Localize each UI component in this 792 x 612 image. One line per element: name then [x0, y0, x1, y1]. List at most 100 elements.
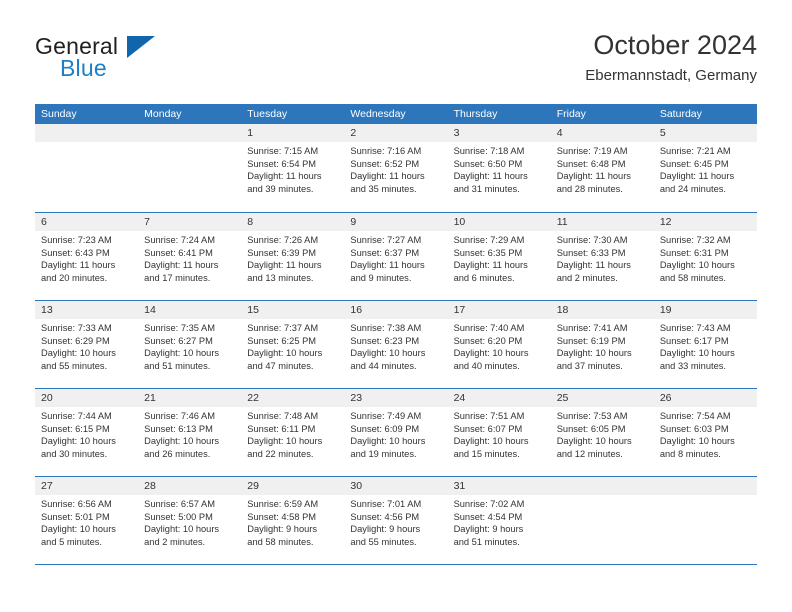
calendar-day-cell[interactable]: 24 Sunrise: 7:51 AM Sunset: 6:07 PM Dayligh…: [447, 389, 551, 476]
calendar-day-cell[interactable]: 18 Sunrise: 7:41 AM Sunset: 6:19 PM Dayligh…: [550, 301, 654, 388]
calendar-day-cell[interactable]: 13 Sunrise: 7:33 AM Sunset: 6:29 PM Dayligh…: [35, 301, 139, 388]
sun-info-line: Sunrise: 7:30 AM: [556, 235, 628, 245]
sun-info-line: Sunset: 6:15 PM: [41, 423, 110, 434]
calendar-day-cell[interactable]: 23 Sunrise: 7:49 AM Sunset: 6:09 PM Dayligh…: [344, 389, 448, 476]
page-header: General Blue October 2024 Ebermannstadt,…: [0, 0, 792, 100]
sun-info-line: Daylight: 10 hours: [144, 524, 220, 535]
calendar-day-cell[interactable]: 20 Sunrise: 7:44 AM Sunset: 6:15 PM Dayligh…: [35, 389, 139, 476]
sun-info-line: Sunrise: 7:23 AM: [41, 235, 112, 245]
calendar-day-cell[interactable]: 3 Sunrise: 7:18 AM Sunset: 6:50 PM Daylight…: [447, 124, 551, 212]
calendar-day-cell[interactable]: 7 Sunrise: 7:24 AM Sunset: 6:41 PM Daylight…: [138, 213, 242, 300]
calendar-day-cell[interactable]: 11 Sunrise: 7:30 AM Sunset: 6:33 PM Dayligh…: [550, 213, 654, 300]
day-number: 8: [241, 213, 345, 231]
day-number: 9: [344, 213, 448, 231]
sun-info: Sunrise: 7:24 AM Sunset: 6:41 PM Daylight:…: [138, 231, 241, 284]
calendar-day-cell[interactable]: 15 Sunrise: 7:37 AM Sunset: 6:25 PM Dayligh…: [241, 301, 345, 388]
calendar-day-cell[interactable]: 29 Sunrise: 6:59 AM Sunset: 4:58 PM Dayligh…: [241, 477, 345, 564]
sun-info: Sunrise: 7:26 AM Sunset: 6:39 PM Daylight:…: [241, 231, 344, 284]
calendar-week-row: 1 Sunrise: 7:15 AM Sunset: 6:54 PM Daylight…: [35, 124, 757, 212]
sun-info-line: Daylight: 10 hours: [556, 436, 632, 447]
day-number: 19: [653, 301, 757, 319]
general-blue-logo[interactable]: General Blue: [35, 33, 215, 81]
sun-info-line: Sunrise: 7:29 AM: [453, 235, 525, 245]
calendar-day-cell[interactable]: 5 Sunrise: 7:21 AM Sunset: 6:45 PM Daylight…: [653, 124, 757, 212]
calendar-day-cell[interactable]: 2 Sunrise: 7:16 AM Sunset: 6:52 PM Daylight…: [344, 124, 448, 212]
sun-info-line: Sunset: 6:11 PM: [247, 423, 316, 434]
sun-info-line: Sunrise: 7:48 AM: [247, 411, 319, 421]
sun-info-line: Sunrise: 7:37 AM: [247, 323, 319, 333]
sun-info-line: Sunset: 6:25 PM: [247, 335, 317, 346]
sun-info-line: Daylight: 10 hours: [41, 436, 116, 447]
sun-info: Sunrise: 7:18 AM Sunset: 6:50 PM Daylight:…: [448, 142, 551, 195]
sun-info-line: and 51 minutes.: [144, 360, 211, 371]
day-number: 22: [241, 389, 345, 407]
sun-info: Sunrise: 7:46 AM Sunset: 6:13 PM Daylight:…: [138, 407, 241, 460]
calendar-day-cell[interactable]: 8 Sunrise: 7:26 AM Sunset: 6:39 PM Daylight…: [241, 213, 345, 300]
calendar-day-cell[interactable]: 22 Sunrise: 7:48 AM Sunset: 6:11 PM Dayligh…: [241, 389, 345, 476]
calendar-day-cell[interactable]: 6 Sunrise: 7:23 AM Sunset: 6:43 PM Daylight…: [35, 213, 139, 300]
day-number: 17: [447, 301, 551, 319]
sun-info-line: Daylight: 11 hours: [453, 260, 528, 271]
day-number: 27: [35, 477, 139, 495]
calendar-day-cell[interactable]: 30 Sunrise: 7:01 AM Sunset: 4:56 PM Dayligh…: [344, 477, 448, 564]
day-number: 30: [344, 477, 448, 495]
sun-info-line: and 44 minutes.: [350, 360, 417, 371]
day-number: 23: [344, 389, 448, 407]
sun-info-line: Sunset: 6:41 PM: [144, 247, 213, 258]
calendar-day-cell[interactable]: 21 Sunrise: 7:46 AM Sunset: 6:13 PM Dayligh…: [138, 389, 242, 476]
calendar-day-cell[interactable]: 4 Sunrise: 7:19 AM Sunset: 6:48 PM Daylight…: [550, 124, 654, 212]
calendar-day-cell[interactable]: 16 Sunrise: 7:38 AM Sunset: 6:23 PM Dayligh…: [344, 301, 448, 388]
sun-info: Sunrise: 7:43 AM Sunset: 6:17 PM Daylight:…: [654, 319, 757, 372]
sun-info: Sunrise: 7:33 AM Sunset: 6:29 PM Daylight:…: [35, 319, 138, 372]
sun-info: [138, 142, 241, 145]
calendar-day-cell[interactable]: 1 Sunrise: 7:15 AM Sunset: 6:54 PM Daylight…: [241, 124, 345, 212]
sun-info-line: Sunset: 6:45 PM: [659, 158, 729, 169]
sun-info-line: and 2 minutes.: [556, 272, 618, 283]
sun-info-line: and 22 minutes.: [247, 448, 314, 459]
sun-info-line: and 6 minutes.: [453, 272, 515, 283]
sun-info-line: Daylight: 11 hours: [556, 260, 631, 271]
sun-info-line: and 12 minutes.: [556, 448, 623, 459]
sun-info-line: Daylight: 10 hours: [144, 348, 220, 359]
sun-info-line: and 58 minutes.: [247, 536, 314, 547]
sun-info-line: Sunset: 6:52 PM: [350, 158, 420, 169]
sun-info-line: and 26 minutes.: [144, 448, 211, 459]
sun-info-line: Sunset: 4:56 PM: [350, 511, 420, 522]
day-number: 15: [241, 301, 345, 319]
calendar-day-cell[interactable]: 9 Sunrise: 7:27 AM Sunset: 6:37 PM Daylight…: [344, 213, 448, 300]
sun-info-line: Daylight: 11 hours: [41, 260, 116, 271]
calendar-day-cell-empty: [138, 124, 242, 212]
sun-info-line: Sunrise: 7:19 AM: [556, 146, 628, 156]
day-number: 18: [550, 301, 654, 319]
sun-info: Sunrise: 7:32 AM Sunset: 6:31 PM Daylight:…: [654, 231, 757, 284]
weekday-header-row: Sunday Monday Tuesday Wednesday Thursday Frid…: [35, 104, 757, 124]
calendar-day-cell[interactable]: 12 Sunrise: 7:32 AM Sunset: 6:31 PM Dayligh…: [653, 213, 757, 300]
calendar-day-cell[interactable]: 31 Sunrise: 7:02 AM Sunset: 4:54 PM Dayligh…: [447, 477, 551, 564]
sun-info-line: and 24 minutes.: [659, 183, 726, 194]
sun-info-line: Daylight: 10 hours: [659, 436, 735, 447]
sun-info-line: and 8 minutes.: [659, 448, 721, 459]
title-block: October 2024 Ebermannstadt, Germany: [585, 28, 757, 87]
calendar-day-cell-empty: [550, 477, 654, 564]
sun-info: Sunrise: 7:29 AM Sunset: 6:35 PM Daylight:…: [448, 231, 551, 284]
sun-info-line: Sunrise: 7:44 AM: [41, 411, 112, 421]
sun-info-line: Sunrise: 7:51 AM: [453, 411, 525, 421]
calendar-day-cell[interactable]: 28 Sunrise: 6:57 AM Sunset: 5:00 PM Dayligh…: [138, 477, 242, 564]
sun-info-line: Sunset: 6:23 PM: [350, 335, 420, 346]
calendar-day-cell[interactable]: 27 Sunrise: 6:56 AM Sunset: 5:01 PM Dayligh…: [35, 477, 139, 564]
sun-info-line: Daylight: 10 hours: [350, 436, 426, 447]
calendar-day-cell[interactable]: 17 Sunrise: 7:40 AM Sunset: 6:20 PM Dayligh…: [447, 301, 551, 388]
calendar-day-cell[interactable]: 14 Sunrise: 7:35 AM Sunset: 6:27 PM Dayligh…: [138, 301, 242, 388]
weekday-header-monday: Monday: [144, 108, 182, 120]
sun-info-line: Daylight: 10 hours: [659, 260, 735, 271]
weekday-header-thursday: Thursday: [453, 108, 498, 120]
day-number: 20: [35, 389, 139, 407]
calendar-day-cell[interactable]: 10 Sunrise: 7:29 AM Sunset: 6:35 PM Dayligh…: [447, 213, 551, 300]
sun-info: Sunrise: 6:59 AM Sunset: 4:58 PM Daylight:…: [241, 495, 344, 548]
calendar-day-cell[interactable]: 26 Sunrise: 7:54 AM Sunset: 6:03 PM Dayligh…: [653, 389, 757, 476]
calendar-day-cell[interactable]: 25 Sunrise: 7:53 AM Sunset: 6:05 PM Dayligh…: [550, 389, 654, 476]
calendar-body: 1 Sunrise: 7:15 AM Sunset: 6:54 PM Daylight…: [35, 124, 757, 565]
sun-info: Sunrise: 7:53 AM Sunset: 6:05 PM Daylight:…: [551, 407, 654, 460]
sun-info-line: Daylight: 9 hours: [350, 524, 421, 535]
calendar-day-cell[interactable]: 19 Sunrise: 7:43 AM Sunset: 6:17 PM Dayligh…: [653, 301, 757, 388]
